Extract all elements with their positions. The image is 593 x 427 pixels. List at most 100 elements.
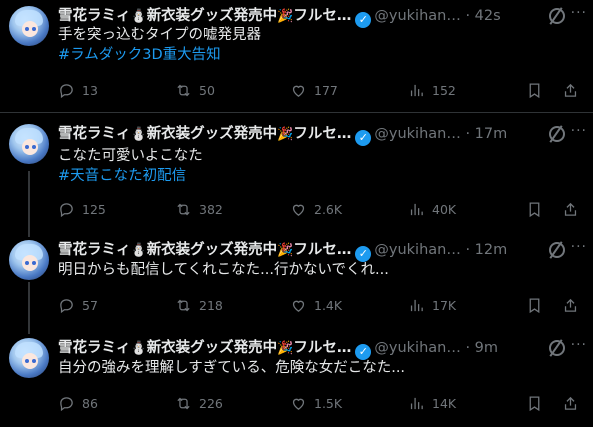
views-button[interactable]: 152	[408, 80, 456, 100]
display-name[interactable]: 雪花ラミィ⛄新衣装グッズ発売中🎉フルセ…	[58, 126, 351, 142]
reply-button[interactable]: 57	[58, 295, 98, 315]
grok-icon[interactable]	[549, 242, 565, 258]
like-count: 2.6K	[314, 201, 343, 217]
repost-button[interactable]: 50	[175, 80, 215, 100]
verified-badge-icon: ✓	[355, 344, 372, 360]
bookmark-icon	[529, 395, 540, 411]
view-count: 14K	[432, 395, 457, 411]
share-icon	[564, 83, 577, 97]
more-options-icon[interactable]: ···	[571, 337, 587, 353]
timestamp[interactable]: 17m	[475, 126, 508, 142]
separator-dot: ·	[465, 8, 471, 24]
bookmark-button[interactable]	[526, 199, 543, 219]
separator-dot: ·	[465, 126, 471, 142]
tweet-text: こなた可愛いよこなた	[58, 148, 203, 164]
share-icon	[564, 396, 577, 410]
hashtag-link[interactable]: #ラムダック3D重大告知	[58, 46, 221, 65]
tweet-header: 雪花ラミィ⛄新衣装グッズ発売中🎉フルセ… ✓ @yukihan… · 12m	[58, 240, 583, 262]
views-icon	[410, 299, 423, 311]
heart-icon	[292, 204, 305, 216]
timestamp[interactable]: 12m	[475, 242, 508, 258]
views-icon	[410, 397, 423, 409]
views-icon	[410, 84, 423, 96]
like-button[interactable]: 1.5K	[290, 393, 342, 413]
views-button[interactable]: 40K	[408, 199, 456, 219]
reply-icon	[60, 298, 73, 313]
heart-icon	[292, 300, 305, 312]
reply-count: 125	[82, 201, 106, 217]
more-options-icon[interactable]: ···	[571, 123, 587, 139]
grok-icon[interactable]	[549, 126, 565, 142]
reply-button[interactable]: 86	[58, 393, 98, 413]
grok-icon[interactable]	[549, 340, 565, 356]
bookmark-icon	[529, 201, 540, 217]
action-bar: 125 382 2.6K 40K	[58, 199, 583, 219]
share-button[interactable]	[562, 199, 579, 219]
bookmark-icon	[529, 297, 540, 313]
share-button[interactable]	[562, 393, 579, 413]
repost-count: 218	[199, 297, 223, 313]
more-options-icon[interactable]: ···	[571, 5, 587, 21]
bookmark-button[interactable]	[526, 295, 543, 315]
share-icon	[564, 202, 577, 216]
tweet-header: 雪花ラミィ⛄新衣装グッズ発売中🎉フルセ… ✓ @yukihan… · 17m	[58, 124, 583, 146]
party-popper-emoji: 🎉	[277, 9, 294, 24]
tweet-text: 自分の強みを理解しすぎている、危険な女だこなた...	[58, 360, 406, 376]
like-button[interactable]: 1.4K	[290, 295, 342, 315]
display-name[interactable]: 雪花ラミィ⛄新衣装グッズ発売中🎉フルセ…	[58, 242, 351, 258]
like-button[interactable]: 2.6K	[290, 199, 342, 219]
reply-button[interactable]: 13	[58, 80, 98, 100]
bookmark-button[interactable]	[526, 393, 543, 413]
reply-icon	[60, 202, 73, 217]
display-name[interactable]: 雪花ラミィ⛄新衣装グッズ発売中🎉フルセ…	[58, 8, 351, 24]
verified-badge-icon: ✓	[355, 130, 372, 146]
thread-line	[28, 282, 30, 334]
timestamp[interactable]: 9m	[475, 340, 498, 356]
tweet-header: 雪花ラミィ⛄新衣装グッズ発売中🎉フルセ… ✓ @yukihan… · 42s	[58, 6, 583, 28]
more-options-icon[interactable]: ···	[571, 239, 587, 255]
reply-icon	[60, 396, 73, 411]
avatar[interactable]	[9, 124, 49, 164]
handle[interactable]: @yukihan…	[374, 8, 460, 24]
snowman-emoji: ⛄	[130, 127, 147, 142]
like-button[interactable]: 177	[290, 80, 338, 100]
view-count: 40K	[432, 201, 457, 217]
reply-count: 86	[82, 395, 98, 411]
snowman-emoji: ⛄	[130, 243, 147, 258]
repost-button[interactable]: 226	[175, 393, 223, 413]
timeline-divider	[0, 112, 593, 113]
heart-icon	[292, 398, 305, 410]
hashtag-link[interactable]: #天音こなた初配信	[58, 167, 186, 186]
avatar[interactable]	[9, 338, 49, 378]
reply-button[interactable]: 125	[58, 199, 106, 219]
repost-icon	[177, 84, 190, 96]
handle[interactable]: @yukihan…	[374, 126, 460, 142]
grok-icon[interactable]	[549, 8, 565, 24]
repost-icon	[177, 299, 190, 311]
avatar[interactable]	[9, 6, 49, 46]
timestamp[interactable]: 42s	[475, 8, 501, 24]
action-bar: 57 218 1.4K 17K	[58, 295, 583, 315]
tweet-header: 雪花ラミィ⛄新衣装グッズ発売中🎉フルセ… ✓ @yukihan… · 9m	[58, 338, 583, 360]
tweet-text: 明日からも配信してくれこなた...行かないでくれ...	[58, 262, 389, 278]
snowman-emoji: ⛄	[130, 341, 147, 356]
repost-button[interactable]: 218	[175, 295, 223, 315]
repost-count: 50	[199, 82, 215, 98]
handle[interactable]: @yukihan…	[374, 242, 460, 258]
tweet-text: 手を突っ込むタイプの嘘発見器	[58, 27, 261, 43]
handle[interactable]: @yukihan…	[374, 340, 460, 356]
share-button[interactable]	[562, 295, 579, 315]
snowman-emoji: ⛄	[130, 9, 147, 24]
repost-button[interactable]: 382	[175, 199, 223, 219]
views-button[interactable]: 17K	[408, 295, 456, 315]
repost-count: 382	[199, 201, 223, 217]
avatar[interactable]	[9, 240, 49, 280]
share-icon	[564, 298, 577, 312]
views-button[interactable]: 14K	[408, 393, 456, 413]
bookmark-button[interactable]	[526, 80, 543, 100]
display-name[interactable]: 雪花ラミィ⛄新衣装グッズ発売中🎉フルセ…	[58, 340, 351, 356]
share-button[interactable]	[562, 80, 579, 100]
party-popper-emoji: 🎉	[277, 341, 294, 356]
party-popper-emoji: 🎉	[277, 243, 294, 258]
repost-icon	[177, 397, 190, 409]
